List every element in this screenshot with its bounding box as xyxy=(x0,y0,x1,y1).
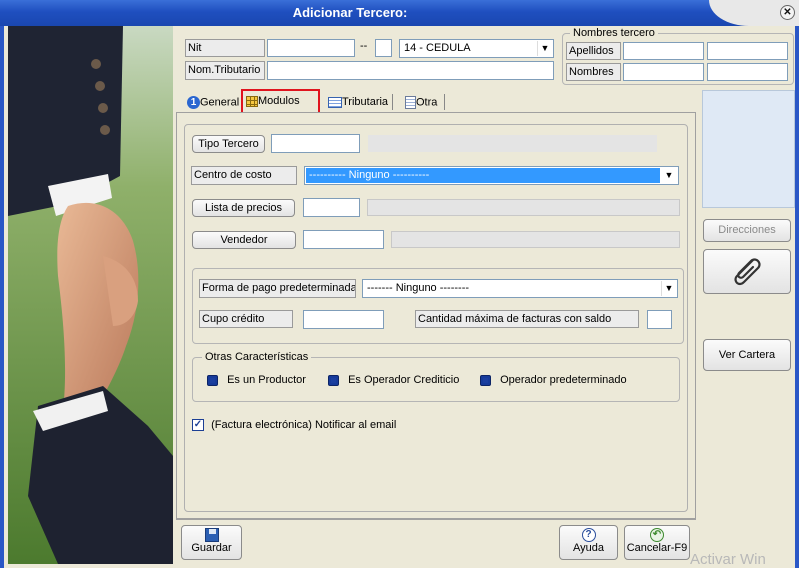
nombre1-input[interactable] xyxy=(623,63,704,81)
lista-precios-input[interactable] xyxy=(303,198,360,217)
nom-tributario-input[interactable] xyxy=(267,61,554,80)
cantidad-facturas-input[interactable] xyxy=(647,310,672,329)
tab-otra[interactable]: Otra xyxy=(401,93,441,112)
vendedor-button[interactable]: Vendedor xyxy=(192,231,296,249)
window-title: Adicionar Tercero: xyxy=(292,5,408,20)
chevron-down-icon: ▼ xyxy=(537,41,552,56)
vendedor-input[interactable] xyxy=(303,230,384,249)
tab-modulos[interactable]: Modulos xyxy=(241,89,320,114)
form-icon xyxy=(328,96,342,108)
notificar-email-checkbox[interactable]: ✓ (Factura electrónica) Notificar al ema… xyxy=(192,419,396,432)
dv-separator: -- xyxy=(360,40,368,52)
paperclip-icon xyxy=(734,258,761,286)
cancelar-button[interactable]: ↶ Cancelar-F9 xyxy=(624,525,690,560)
centro-costo-select[interactable]: ---------- Ninguno ---------- ▼ xyxy=(304,166,679,185)
lista-precios-description xyxy=(367,199,680,216)
info-icon: 1 xyxy=(187,96,200,109)
tab-divider xyxy=(444,94,445,110)
nom-tributario-label: Nom.Tributario xyxy=(185,61,265,80)
nombres-tercero-legend: Nombres tercero xyxy=(570,27,658,39)
doc-type-value: 14 - CEDULA xyxy=(404,42,471,54)
side-preview-panel xyxy=(702,90,795,208)
centro-costo-value: ---------- Ninguno ---------- xyxy=(306,168,660,183)
doc-type-select[interactable]: 14 - CEDULA ▼ xyxy=(399,39,554,58)
nombre2-input[interactable] xyxy=(707,63,788,81)
dv-input[interactable] xyxy=(375,39,392,57)
help-icon: ? xyxy=(581,528,596,542)
window-frame-right xyxy=(795,26,799,568)
ayuda-button[interactable]: ? Ayuda xyxy=(559,525,618,560)
direcciones-button[interactable]: Direcciones xyxy=(703,219,791,242)
tab-tributaria[interactable]: Tributaria xyxy=(324,93,392,111)
lista-precios-button[interactable]: Lista de precios xyxy=(192,199,295,217)
forma-pago-label: Forma de pago predeterminada xyxy=(199,279,356,298)
nit-label: Nit xyxy=(185,39,265,57)
centro-costo-label: Centro de costo xyxy=(191,166,297,185)
chevron-down-icon: ▼ xyxy=(661,168,677,183)
chevron-down-icon: ▼ xyxy=(661,281,676,296)
forma-pago-select[interactable]: ------- Ninguno -------- ▼ xyxy=(362,279,678,298)
handshake-photo xyxy=(8,26,173,564)
tipo-tercero-button[interactable]: Tipo Tercero xyxy=(192,135,265,153)
nit-input[interactable] xyxy=(267,39,355,57)
document-icon xyxy=(405,96,416,109)
close-button[interactable]: ✕ xyxy=(780,5,795,20)
tab-divider xyxy=(392,94,393,110)
apellidos-label: Apellidos xyxy=(566,42,621,60)
cupo-credito-input[interactable] xyxy=(303,310,384,329)
attach-button[interactable] xyxy=(703,249,791,294)
toggle-off-icon xyxy=(207,374,218,386)
forma-pago-value: ------- Ninguno -------- xyxy=(367,282,470,294)
operador-predeterminado-option[interactable]: Operador predeterminado xyxy=(480,374,627,386)
es-operador-crediticio-option[interactable]: Es Operador Crediticio xyxy=(328,374,459,386)
grid-icon xyxy=(246,95,258,107)
footer-bar xyxy=(176,519,696,564)
apellido1-input[interactable] xyxy=(623,42,704,60)
vendedor-description xyxy=(391,231,680,248)
toggle-off-icon xyxy=(328,374,339,386)
otras-caracteristicas-legend: Otras Características xyxy=(202,351,312,363)
apellido2-input[interactable] xyxy=(707,42,788,60)
activation-watermark: Activar Win xyxy=(690,551,766,568)
tipo-tercero-input[interactable] xyxy=(271,134,360,153)
nombres-label: Nombres xyxy=(566,63,621,81)
cantidad-facturas-label: Cantidad máxima de facturas con saldo xyxy=(415,310,639,328)
guardar-button[interactable]: Guardar xyxy=(181,525,242,560)
window-frame-left xyxy=(0,26,4,568)
tab-general[interactable]: 1 General xyxy=(183,93,243,112)
es-productor-option[interactable]: Es un Productor xyxy=(207,374,306,386)
cupo-credito-label: Cupo crédito xyxy=(199,310,293,328)
floppy-disk-icon xyxy=(204,528,219,542)
ver-cartera-button[interactable]: Ver Cartera xyxy=(703,339,791,371)
checkbox-checked-icon: ✓ xyxy=(192,419,204,432)
toggle-off-icon xyxy=(480,374,491,386)
undo-icon: ↶ xyxy=(650,528,664,542)
tipo-tercero-description xyxy=(368,135,657,152)
